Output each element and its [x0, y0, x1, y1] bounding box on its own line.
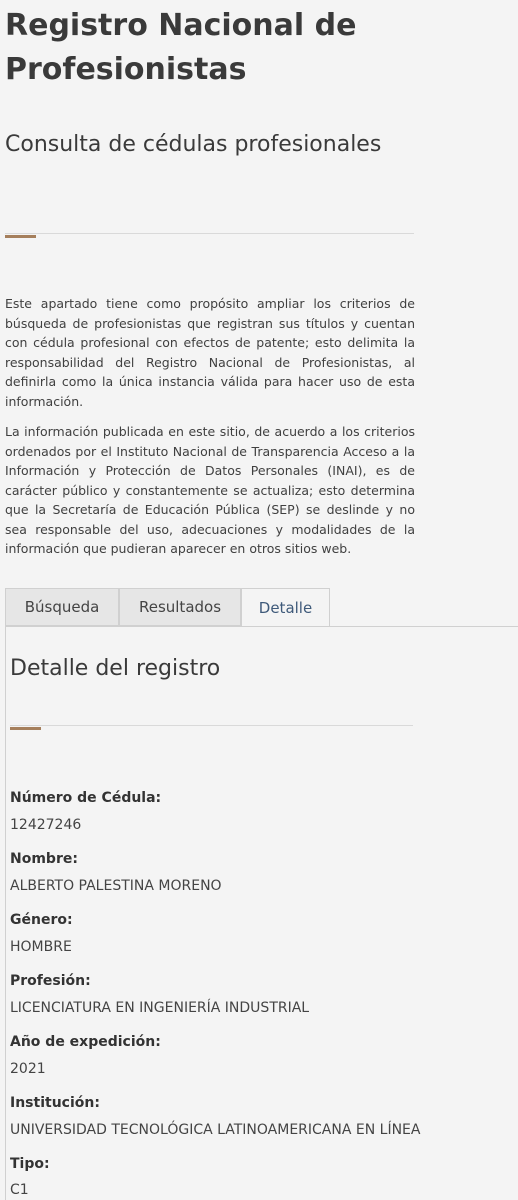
page: Registro Nacional de Profesionistas Cons…	[0, 0, 518, 1200]
detail-divider-accent	[10, 727, 41, 730]
intro-paragraph-2: La información publicada en este sitio, …	[5, 424, 415, 556]
field-label-institucion: Institución:	[10, 1095, 100, 1111]
field-label-tipo: Tipo:	[10, 1156, 50, 1172]
field-label-profesion: Profesión:	[10, 973, 91, 989]
field-label-genero: Género:	[10, 912, 73, 928]
field-label-cedula: Número de Cédula:	[10, 790, 162, 806]
field-label-anio: Año de expedición:	[10, 1034, 161, 1050]
tab-bar: Búsqueda Resultados Detalle	[5, 588, 330, 627]
page-title: Registro Nacional de Profesionistas	[5, 8, 357, 87]
detail-divider-line	[10, 725, 413, 726]
field-value-cedula: 12427246	[10, 817, 82, 833]
header-divider-accent	[5, 235, 36, 238]
field-value-anio: 2021	[10, 1061, 46, 1077]
detail-panel	[5, 626, 518, 1200]
tab-detalle[interactable]: Detalle	[241, 588, 330, 627]
header-divider-line	[5, 233, 414, 234]
tab-busqueda[interactable]: Búsqueda	[5, 588, 119, 626]
field-value-nombre: ALBERTO PALESTINA MORENO	[10, 878, 222, 894]
field-label-nombre: Nombre:	[10, 851, 78, 867]
field-value-institucion: UNIVERSIDAD TECNOLÓGICA LATINOAMERICANA …	[10, 1122, 421, 1138]
intro-paragraph-1: Este apartado tiene como propósito ampli…	[5, 296, 415, 409]
detail-heading: Detalle del registro	[10, 656, 221, 681]
page-subtitle: Consulta de cédulas profesionales	[5, 132, 382, 157]
field-value-tipo: C1	[10, 1182, 29, 1198]
field-value-genero: HOMBRE	[10, 939, 72, 955]
field-value-profesion: LICENCIATURA EN INGENIERÍA INDUSTRIAL	[10, 1000, 310, 1016]
tab-resultados[interactable]: Resultados	[119, 588, 241, 626]
